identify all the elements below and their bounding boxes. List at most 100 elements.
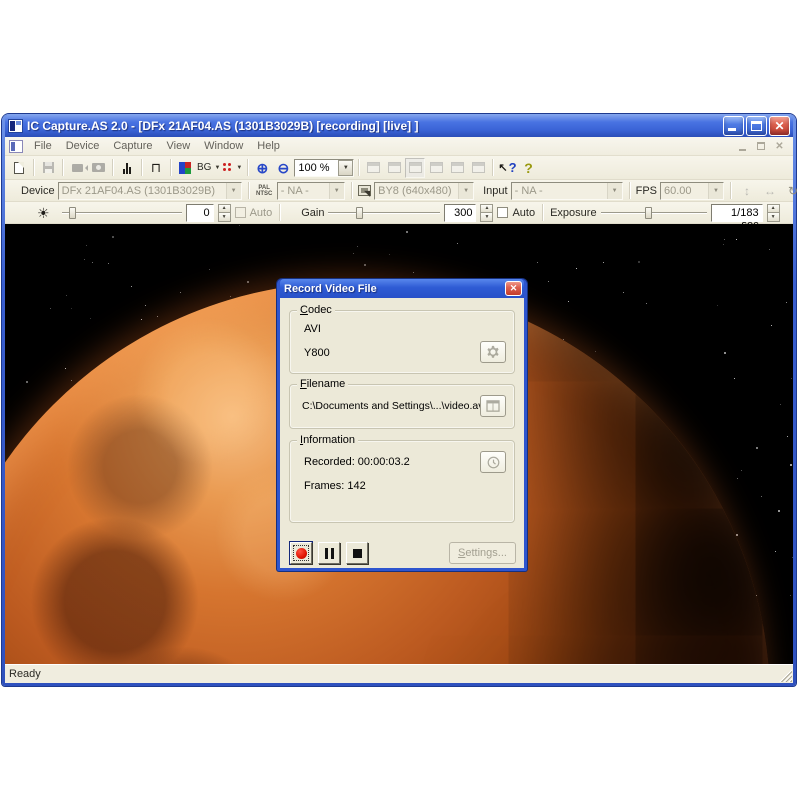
video-norm-combo[interactable]: - NA - ▼ xyxy=(277,182,345,200)
new-file-icon xyxy=(14,162,24,174)
separator xyxy=(730,182,731,199)
record-button[interactable] xyxy=(290,542,312,564)
spin-up-icon[interactable]: ▲ xyxy=(218,204,231,213)
grab-frame-button[interactable] xyxy=(426,158,446,178)
gain-auto-checkbox[interactable] xyxy=(497,207,508,218)
background-dropdown-button[interactable]: BG▼ xyxy=(196,158,221,178)
close-window-button[interactable] xyxy=(468,158,488,178)
chevron-down-icon[interactable]: ▼ xyxy=(458,183,473,199)
pause-icon xyxy=(325,548,334,559)
spin-down-icon[interactable]: ▼ xyxy=(218,212,231,222)
rotate-button[interactable]: ↻ xyxy=(783,181,800,201)
new-file-button[interactable] xyxy=(9,158,29,178)
fps-combo[interactable]: 60.00 ▼ xyxy=(660,182,724,200)
brightness-icon: ☀ xyxy=(37,206,50,220)
browse-button[interactable] xyxy=(480,395,506,417)
copy-to-clipboard-button[interactable] xyxy=(363,158,383,178)
menu-file[interactable]: File xyxy=(27,138,59,154)
flip-vertical-button[interactable]: ↕ xyxy=(737,181,757,201)
zoom-level-value: 100 % xyxy=(295,160,338,176)
chevron-down-icon[interactable]: ▼ xyxy=(226,183,241,199)
main-toolbar: ⊓ BG▼ ▼ ⊕ ⊖ 100 % ▼ ↖? ? xyxy=(5,156,793,180)
menu-capture[interactable]: Capture xyxy=(106,138,159,154)
input-combo[interactable]: - NA - ▼ xyxy=(511,182,623,200)
status-text: Ready xyxy=(9,668,41,680)
codec-name-value: Y800 xyxy=(304,347,330,359)
spin-up-icon[interactable]: ▲ xyxy=(767,204,780,213)
brightness-auto-label: Auto xyxy=(250,207,273,219)
device-combo[interactable]: DFx 21AF04.AS (1301B3029B) ▼ xyxy=(58,182,242,200)
brightness-slider[interactable] xyxy=(62,206,182,220)
record-video-button[interactable] xyxy=(67,158,87,178)
timer-button[interactable] xyxy=(480,451,506,473)
save-button[interactable] xyxy=(38,158,58,178)
chevron-down-icon: ▼ xyxy=(236,165,242,171)
color-pattern-button[interactable] xyxy=(175,158,195,178)
brightness-auto-checkbox[interactable] xyxy=(235,207,246,218)
zoom-out-icon: ⊖ xyxy=(277,161,289,175)
chevron-down-icon[interactable]: ▼ xyxy=(607,183,622,199)
menu-window[interactable]: Window xyxy=(197,138,250,154)
spin-down-icon[interactable]: ▼ xyxy=(767,212,780,222)
gain-slider-thumb[interactable] xyxy=(356,207,363,219)
spin-down-icon[interactable]: ▼ xyxy=(480,212,493,222)
maximize-button[interactable] xyxy=(746,116,767,136)
dialog-title-bar[interactable]: Record Video File ✕ xyxy=(280,279,524,298)
resize-grip-icon[interactable] xyxy=(779,669,792,682)
flip-horizontal-button[interactable]: ↔ xyxy=(760,181,780,201)
zoom-level-combo[interactable]: 100 % ▼ xyxy=(294,159,354,177)
mdi-restore-button[interactable] xyxy=(754,140,769,153)
zoom-out-button[interactable]: ⊖ xyxy=(273,158,293,178)
mdi-restore-icon xyxy=(757,142,765,150)
title-bar[interactable]: IC Capture.AS 2.0 - [DFx 21AF04.AS (1301… xyxy=(5,114,793,137)
color-pattern-icon xyxy=(179,162,191,174)
record-icon xyxy=(296,548,307,559)
exposure-spinner[interactable]: ▲▼ xyxy=(767,204,780,222)
record-video-file-dialog: Record Video File ✕ Codec AVI Y800 Filen… xyxy=(277,279,527,571)
close-icon: ✕ xyxy=(770,117,789,135)
pause-button[interactable] xyxy=(318,542,340,564)
line-profile-button[interactable]: ⊓ xyxy=(146,158,166,178)
separator xyxy=(170,159,171,176)
information-group: Information Recorded: 00:00:03.2 Frames:… xyxy=(289,440,515,523)
dot-pattern-dropdown-button[interactable]: ▼ xyxy=(222,158,243,178)
exposure-slider[interactable] xyxy=(601,206,707,220)
histogram-button[interactable] xyxy=(117,158,137,178)
gain-spinner[interactable]: ▲▼ xyxy=(480,204,493,222)
menu-help[interactable]: Help xyxy=(250,138,287,154)
chevron-down-icon[interactable]: ▼ xyxy=(708,183,723,199)
edit-window-icon xyxy=(388,162,401,173)
chevron-down-icon[interactable]: ▼ xyxy=(338,160,353,176)
codec-settings-button[interactable] xyxy=(480,341,506,363)
exposure-value-field[interactable]: 1/183 sec xyxy=(711,204,763,222)
chevron-down-icon[interactable]: ▼ xyxy=(329,183,344,199)
spin-up-icon[interactable]: ▲ xyxy=(480,204,493,213)
brightness-slider-thumb[interactable] xyxy=(69,207,76,219)
brightness-value-field[interactable]: 0 xyxy=(186,204,214,222)
video-format-combo[interactable]: BY8 (640x480) ▼ xyxy=(374,182,474,200)
menu-device[interactable]: Device xyxy=(59,138,107,154)
mdi-close-button[interactable]: ✕ xyxy=(772,140,787,153)
zoom-in-button[interactable]: ⊕ xyxy=(252,158,272,178)
context-help-button[interactable]: ↖? xyxy=(497,158,517,178)
mdi-document-icon[interactable] xyxy=(9,140,23,153)
snap-image-button[interactable] xyxy=(88,158,108,178)
image-editor-button[interactable] xyxy=(384,158,404,178)
close-button[interactable]: ✕ xyxy=(769,116,790,136)
settings-button[interactable]: Settings... xyxy=(449,542,516,564)
close-window-icon xyxy=(472,162,485,173)
brightness-spinner[interactable]: ▲▼ xyxy=(218,204,231,222)
gain-value-field[interactable]: 300 xyxy=(444,204,476,222)
dialog-close-button[interactable]: ✕ xyxy=(505,281,522,296)
open-window-button[interactable] xyxy=(447,158,467,178)
menu-view[interactable]: View xyxy=(160,138,198,154)
live-video-viewport: Record Video File ✕ Codec AVI Y800 Filen… xyxy=(5,224,793,664)
gain-slider[interactable] xyxy=(328,206,440,220)
stop-button[interactable] xyxy=(346,542,368,564)
dot-pattern-icon xyxy=(223,163,233,173)
minimize-button[interactable] xyxy=(723,116,744,136)
help-button[interactable]: ? xyxy=(519,158,539,178)
mdi-minimize-button[interactable] xyxy=(736,140,751,153)
exposure-slider-thumb[interactable] xyxy=(645,207,652,219)
live-display-toggle[interactable] xyxy=(405,158,425,178)
